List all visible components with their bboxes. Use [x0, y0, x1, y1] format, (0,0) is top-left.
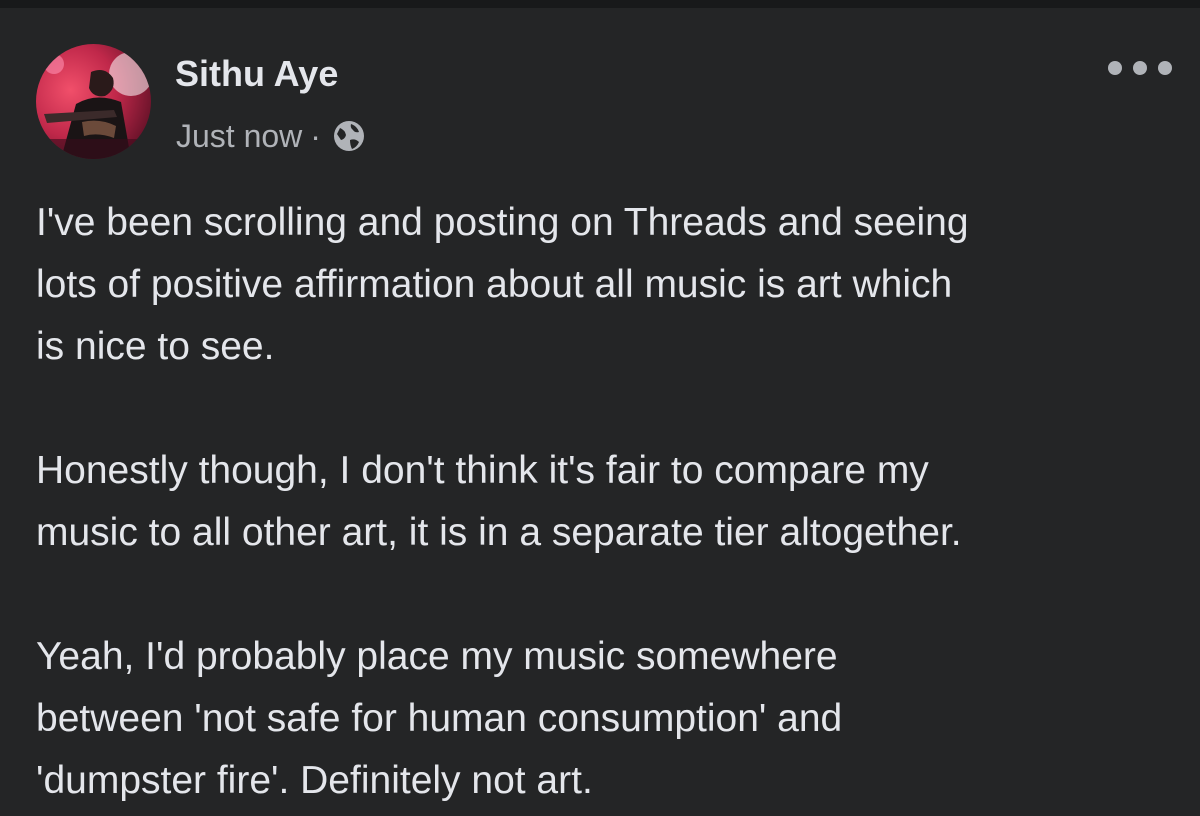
meta-separator: · — [310, 117, 321, 154]
post-paragraph: I've been scrolling and posting on Threa… — [36, 201, 969, 368]
more-options-icon — [1108, 61, 1122, 75]
post-paragraph: Yeah, I'd probably place my music somewh… — [36, 635, 843, 802]
top-divider — [0, 0, 1200, 8]
post-body: I've been scrolling and posting on Threa… — [36, 192, 1176, 812]
post-meta: Just now · — [176, 114, 367, 158]
more-options-dot — [1133, 61, 1147, 75]
avatar[interactable] — [36, 44, 151, 159]
author-name[interactable]: Sithu Aye — [175, 52, 338, 96]
post-paragraph: Honestly though, I don't think it's fair… — [36, 449, 962, 554]
globe-icon[interactable] — [331, 118, 367, 154]
more-options-button[interactable] — [1108, 50, 1172, 86]
more-options-dot — [1158, 61, 1172, 75]
post-card: Sithu Aye Just now · I've been scrolling… — [0, 0, 1200, 816]
timestamp[interactable]: Just now — [176, 118, 302, 155]
